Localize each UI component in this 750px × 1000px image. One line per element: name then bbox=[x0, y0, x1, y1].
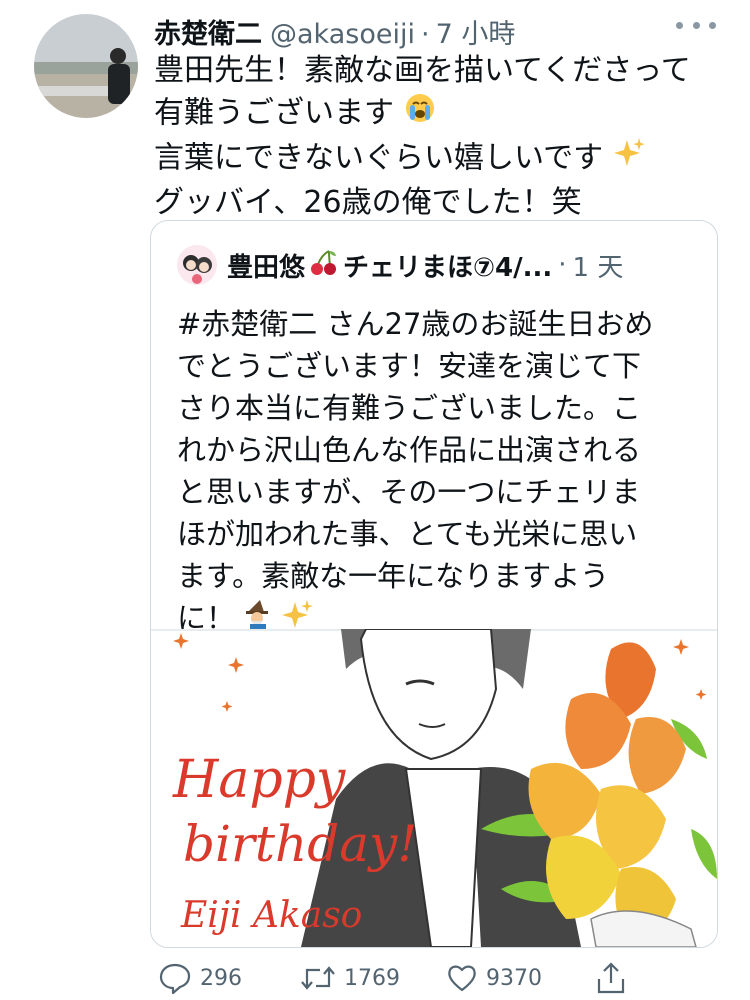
tweet-line-with-emoji: 有難うございます bbox=[154, 92, 724, 136]
illustration-text-name: Eiji Akaso bbox=[180, 895, 362, 936]
quoted-tweet-timestamp[interactable]: 1 天 bbox=[573, 247, 624, 284]
reply-button[interactable]: 296 bbox=[158, 960, 242, 996]
like-count: 9370 bbox=[486, 965, 542, 991]
tweet-line: 言葉にできないぐらい嬉しいです bbox=[154, 140, 604, 176]
quoted-author-suffix[interactable]: チェリまほ⑦4/... bbox=[343, 247, 552, 284]
crying-face-emoji-icon bbox=[404, 92, 436, 136]
tweet-line-with-emoji: 言葉にできないぐらい嬉しいです bbox=[154, 136, 724, 182]
retweet-count: 1769 bbox=[344, 965, 400, 991]
quoted-line: れから沢山色んな作品に出演される bbox=[177, 433, 642, 467]
author-name[interactable]: 赤楚衛二 bbox=[154, 12, 262, 51]
quoted-line: #赤楚衛二 さん27歳のお誕生日おめ bbox=[177, 307, 654, 341]
birthday-illustration[interactable]: Happy birthday! Eiji Akaso bbox=[151, 628, 717, 947]
quoted-tweet-header: 豊田悠 チェリまほ⑦4/... · 1 天 bbox=[177, 245, 687, 285]
illustration-text-happy: Happy bbox=[172, 750, 346, 810]
reply-icon bbox=[159, 963, 191, 995]
cherries-emoji-icon bbox=[309, 247, 339, 284]
author-avatar[interactable] bbox=[34, 14, 138, 118]
quoted-line: と思いますが、その一つにチェリま bbox=[177, 475, 641, 509]
quoted-line: さり本当に有難うございました。こ bbox=[177, 391, 642, 425]
share-button[interactable] bbox=[596, 960, 634, 996]
retweet-button[interactable]: 1769 bbox=[300, 960, 400, 996]
share-icon bbox=[597, 962, 625, 994]
separator-dot: · bbox=[420, 19, 430, 50]
quoted-line: ほが加われた事、とても光栄に思い bbox=[177, 517, 638, 551]
author-handle[interactable]: @akasoeiji bbox=[270, 19, 415, 50]
tweet-line: グッバイ、26歳の俺でした！笑 bbox=[154, 185, 582, 220]
quoted-author-name[interactable]: 豊田悠 bbox=[227, 247, 305, 284]
reply-count: 296 bbox=[200, 965, 242, 991]
tweet-action-bar: 296 1769 9370 bbox=[150, 960, 650, 996]
tweet-line: 豊田先生！素敵な画を描いてくださって bbox=[154, 53, 691, 88]
tweet-timestamp[interactable]: 7 小時 bbox=[436, 12, 516, 51]
heart-icon bbox=[448, 965, 476, 992]
quoted-line: でとうございます！安達を演じて下 bbox=[177, 349, 642, 383]
quoted-line: ます。素敵な一年になりますよう bbox=[177, 559, 610, 593]
separator-dot: · bbox=[558, 250, 567, 280]
like-button[interactable]: 9370 bbox=[446, 960, 542, 996]
sparkles-emoji-icon bbox=[613, 136, 647, 182]
more-options-icon[interactable] bbox=[676, 22, 716, 38]
quoted-tweet[interactable]: 豊田悠 チェリまほ⑦4/... · 1 天 #赤楚衛二 さん27歳のお誕生日おめ… bbox=[150, 220, 718, 948]
illustration-text-birthday: birthday! bbox=[183, 815, 417, 873]
tweet-line: 有難うございます bbox=[154, 95, 394, 131]
quoted-tweet-body: #赤楚衛二 さん27歳のお誕生日おめ でとうございます！安達を演じて下 さり本当… bbox=[177, 303, 697, 643]
retweet-icon bbox=[301, 966, 335, 990]
tweet-header: 赤楚衛二 @akasoeiji · 7 小時 bbox=[154, 12, 690, 50]
quoted-author-avatar[interactable] bbox=[177, 245, 217, 285]
tweet-body: 豊田先生！素敵な画を描いてくださって 有難うございます 言葉にできないぐらい嬉し… bbox=[154, 50, 724, 224]
